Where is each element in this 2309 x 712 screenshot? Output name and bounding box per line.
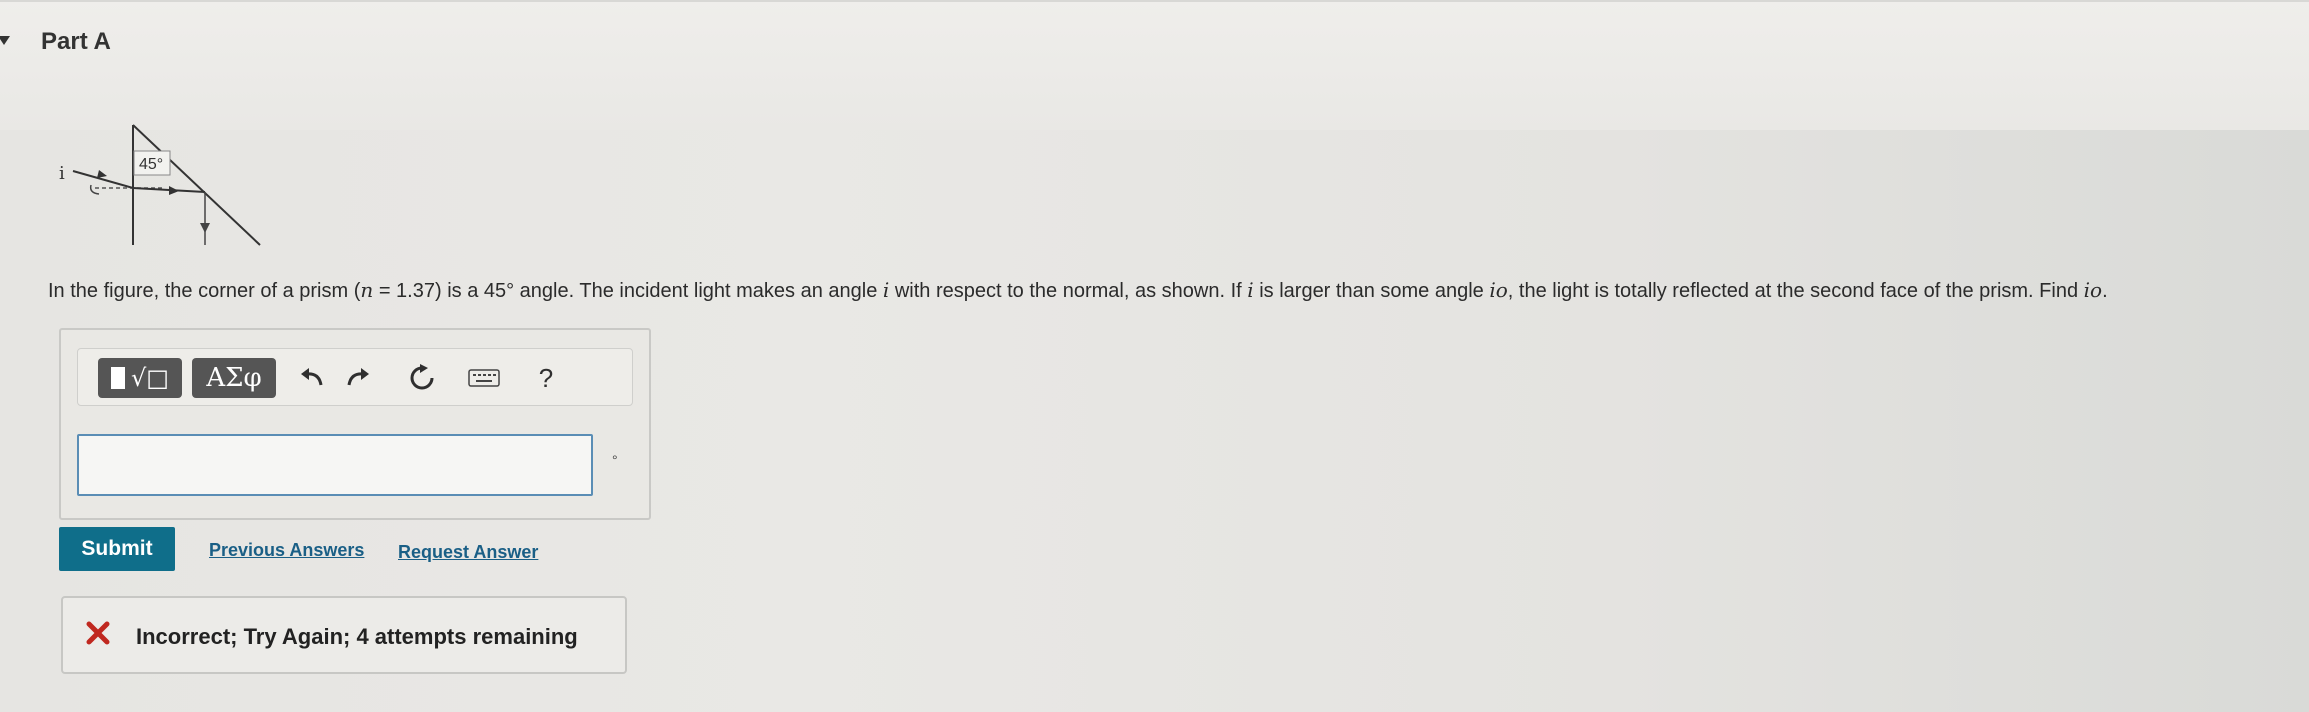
incorrect-x-icon xyxy=(86,621,110,645)
normal-arrow xyxy=(200,223,210,233)
undo-icon[interactable] xyxy=(294,361,330,395)
template-block-icon xyxy=(111,367,126,389)
problem-statement: In the figure, the corner of a prism (n … xyxy=(48,278,2108,302)
prism-second-face xyxy=(132,124,261,246)
incident-angle-label: i xyxy=(59,163,65,184)
feedback-message: Incorrect; Try Again; 4 attempts remaini… xyxy=(136,624,578,649)
answer-panel: √□ ΑΣφ ? ° xyxy=(59,328,651,520)
prism-figure: 45° i xyxy=(59,124,261,246)
answer-unit: ° xyxy=(612,452,618,468)
templates-button[interactable]: √□ xyxy=(98,358,182,398)
collapse-arrow-icon[interactable] xyxy=(0,36,10,45)
keyboard-icon[interactable] xyxy=(466,361,502,395)
feedback-box: Incorrect; Try Again; 4 attempts remaini… xyxy=(61,596,627,674)
reset-icon[interactable] xyxy=(404,361,440,395)
internal-arrow xyxy=(169,186,179,195)
redo-icon[interactable] xyxy=(340,361,376,395)
templates-label: √□ xyxy=(131,364,169,392)
answer-input[interactable] xyxy=(77,434,593,496)
submit-button[interactable]: Submit xyxy=(59,527,175,571)
angle-label: 45° xyxy=(139,156,163,173)
symbols-button[interactable]: ΑΣφ xyxy=(192,358,276,398)
request-answer-link[interactable]: Request Answer xyxy=(398,542,538,563)
help-icon[interactable]: ? xyxy=(528,361,564,395)
incident-arrow xyxy=(97,170,107,178)
top-divider xyxy=(0,0,2309,2)
incident-angle-arc xyxy=(89,184,100,195)
math-toolbar: √□ ΑΣφ ? xyxy=(77,348,633,406)
previous-answers-link[interactable]: Previous Answers xyxy=(209,540,364,561)
header-band xyxy=(0,0,2309,130)
part-title: Part A xyxy=(41,28,111,55)
